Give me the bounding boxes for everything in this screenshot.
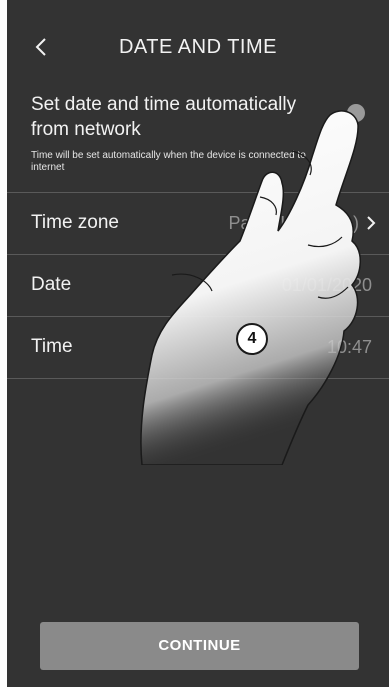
- page-title: DATE AND TIME: [118, 36, 277, 58]
- time-row[interactable]: Time 10:47: [7, 317, 389, 379]
- date-row[interactable]: Date 01/01/2020: [7, 255, 389, 317]
- auto-date-time-setting: Set date and time automatically from net…: [7, 92, 389, 193]
- time-zone-label: Time zone: [31, 212, 119, 233]
- time-zone-row[interactable]: Time zone Paris (UTC +01): [7, 193, 389, 255]
- auto-setting-description: Time will be set automatically when the …: [31, 150, 306, 173]
- auto-time-toggle[interactable]: [347, 104, 365, 122]
- header: DATE AND TIME: [7, 0, 389, 95]
- time-value: 10:47: [326, 337, 372, 357]
- step-number-badge: 4: [236, 323, 268, 355]
- auto-setting-title: Set date and time automatically from net…: [31, 94, 297, 140]
- time-label: Time: [31, 336, 73, 357]
- date-value: 01/01/2020: [281, 275, 372, 295]
- date-label: Date: [31, 274, 72, 295]
- chevron-right-icon: [365, 213, 377, 233]
- date-time-screen: DATE AND TIME Set date and time automati…: [7, 0, 389, 687]
- time-zone-value: Paris (UTC +01): [228, 213, 359, 233]
- continue-button[interactable]: CONTINUE: [40, 622, 359, 670]
